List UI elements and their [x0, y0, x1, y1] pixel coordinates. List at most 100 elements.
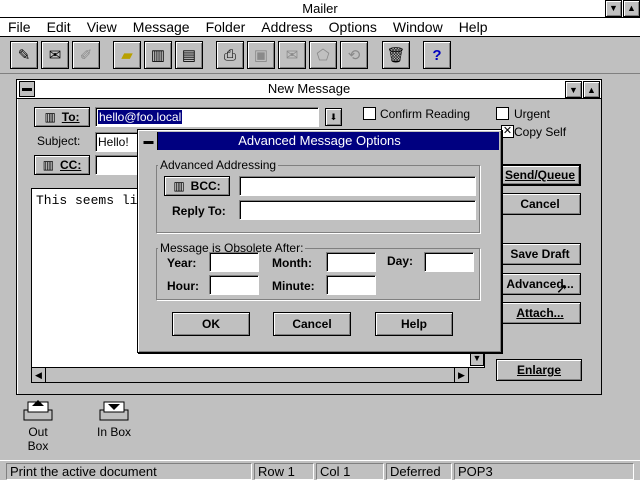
address-book-button[interactable]: ▥ — [144, 41, 172, 69]
new-message-title: New Message — [267, 81, 351, 96]
menu-folder[interactable]: Folder — [198, 18, 254, 36]
msg-maximize-button[interactable]: ▲ — [583, 81, 600, 98]
enlarge-button[interactable]: Enlarge — [496, 359, 582, 381]
notes-button[interactable]: ▤ — [175, 41, 203, 69]
scroll-right-button[interactable]: ▶ — [454, 368, 468, 382]
hour-field[interactable] — [209, 275, 259, 295]
status-message: Print the active document — [6, 463, 252, 480]
reply-button[interactable]: ⬠ — [309, 41, 337, 69]
print-button[interactable]: ⎙ — [216, 41, 244, 69]
dialog-help-button[interactable]: Help — [375, 312, 453, 336]
save-button[interactable]: ▣ — [247, 41, 275, 69]
month-field[interactable] — [326, 252, 376, 272]
reply-all-icon: ⟲ — [347, 47, 361, 64]
month-label: Month: — [272, 256, 312, 270]
menu-message[interactable]: Message — [125, 18, 198, 36]
to-dropdown-button[interactable]: ⬇ — [325, 108, 342, 126]
dialog-cancel-button[interactable]: Cancel — [273, 312, 351, 336]
window-menu-button[interactable]: ▬ — [19, 81, 35, 97]
forward-button[interactable]: ✉ — [278, 41, 306, 69]
status-bar: Print the active document Row 1 Col 1 De… — [0, 460, 640, 480]
down-arrow-icon: ▼ — [472, 353, 482, 363]
reply-icon: ⬠ — [316, 47, 330, 64]
copy-self-checkbox[interactable]: ✕ — [501, 125, 514, 138]
msg-minimize-button[interactable]: ▼ — [565, 81, 582, 98]
minute-label: Minute: — [272, 279, 315, 293]
menu-bar: File Edit View Message Folder Address Op… — [0, 18, 640, 37]
minute-field[interactable] — [326, 275, 376, 295]
mouse-cursor-icon: ➚ — [556, 280, 568, 296]
status-col: Col 1 — [316, 463, 384, 480]
edit-icon: ✐ — [79, 47, 93, 64]
menu-help[interactable]: Help — [451, 18, 496, 36]
menu-options[interactable]: Options — [321, 18, 385, 36]
advanced-options-dialog: Advanced Message Options ▬ Advanced Addr… — [137, 129, 502, 353]
scroll-left-button[interactable]: ◀ — [32, 368, 46, 382]
outbox-icon[interactable] — [22, 398, 54, 424]
urgent-checkbox[interactable] — [496, 107, 509, 120]
notepad-icon: ▤ — [181, 47, 197, 64]
year-field[interactable] — [209, 252, 259, 272]
new-message-title-bar: ▬ New Message ▼ ▲ — [17, 80, 601, 99]
disk-icon: ▣ — [253, 47, 269, 64]
urgent-label: Urgent — [514, 107, 551, 121]
system-menu-icon: ▬ — [143, 135, 154, 147]
reply-to-field[interactable] — [239, 200, 476, 220]
day-field[interactable] — [424, 252, 474, 272]
address-book-icon: ▥ — [44, 110, 56, 124]
minimize-button[interactable]: ▼ — [605, 0, 622, 17]
attach-button[interactable]: Attach... — [499, 302, 581, 324]
confirm-reading-label: Confirm Reading — [380, 107, 471, 121]
forward-icon: ✉ — [285, 47, 299, 64]
reply-all-button[interactable]: ⟲ — [340, 41, 368, 69]
folder-icon: ▰ — [121, 47, 133, 64]
printer-icon: ⎙ — [223, 46, 236, 64]
bcc-button[interactable]: ▥ BCC: — [164, 176, 230, 196]
hour-label: Hour: — [167, 279, 199, 293]
send-queue-button[interactable]: Send/Queue — [499, 164, 581, 186]
question-icon: ? — [432, 46, 442, 64]
to-value: hello@foo.local — [98, 110, 183, 124]
inbox-icon[interactable] — [98, 398, 130, 424]
to-field[interactable]: hello@foo.local — [95, 107, 319, 127]
advanced-button[interactable]: Advanced... — [499, 273, 581, 295]
horizontal-scrollbar[interactable]: ◀ ▶ — [31, 367, 469, 383]
menu-file[interactable]: File — [0, 18, 39, 36]
compose-button[interactable]: ✎ — [10, 41, 38, 69]
advanced-addressing-label: Advanced Addressing — [158, 158, 279, 172]
menu-address[interactable]: Address — [253, 18, 320, 36]
status-mode: Deferred — [386, 463, 452, 480]
confirm-reading-checkbox[interactable] — [363, 107, 376, 120]
edit-button[interactable]: ✐ — [72, 41, 100, 69]
right-arrow-icon: ▶ — [458, 370, 465, 380]
save-draft-button[interactable]: Save Draft — [499, 243, 581, 265]
down-arrow-icon: ▼ — [609, 3, 618, 13]
maximize-button[interactable]: ▲ — [623, 0, 640, 17]
help-button[interactable]: ? — [423, 41, 451, 69]
to-button[interactable]: ▥ To: — [34, 107, 90, 127]
up-arrow-icon: ▲ — [627, 3, 636, 13]
menu-view[interactable]: View — [79, 18, 125, 36]
ok-button[interactable]: OK — [172, 312, 250, 336]
address-book-icon: ▥ — [42, 158, 54, 172]
open-folder-button[interactable]: ▰ — [113, 41, 141, 69]
delete-button[interactable]: 🗑 — [382, 41, 410, 69]
subject-value: Hello! — [98, 135, 129, 149]
reply-to-label: Reply To: — [172, 204, 226, 218]
status-row: Row 1 — [254, 463, 314, 480]
pencil-icon: ✎ — [17, 47, 31, 64]
subject-label: Subject: — [37, 134, 81, 148]
address-book-icon: ▥ — [173, 179, 185, 193]
cc-button[interactable]: ▥ CC: — [34, 155, 90, 175]
scroll-down-button[interactable]: ▼ — [470, 352, 484, 366]
read-button[interactable]: ✉ — [41, 41, 69, 69]
year-label: Year: — [167, 256, 197, 270]
dialog-title-bar: Advanced Message Options — [140, 132, 499, 150]
dropdown-arrow-icon: ⬇ — [329, 111, 338, 122]
cancel-compose-button[interactable]: Cancel — [499, 193, 581, 215]
menu-edit[interactable]: Edit — [39, 18, 79, 36]
left-arrow-icon: ◀ — [35, 370, 42, 380]
dialog-system-menu-button[interactable]: ▬ — [140, 132, 158, 150]
bcc-field[interactable] — [239, 176, 476, 196]
menu-window[interactable]: Window — [385, 18, 451, 36]
